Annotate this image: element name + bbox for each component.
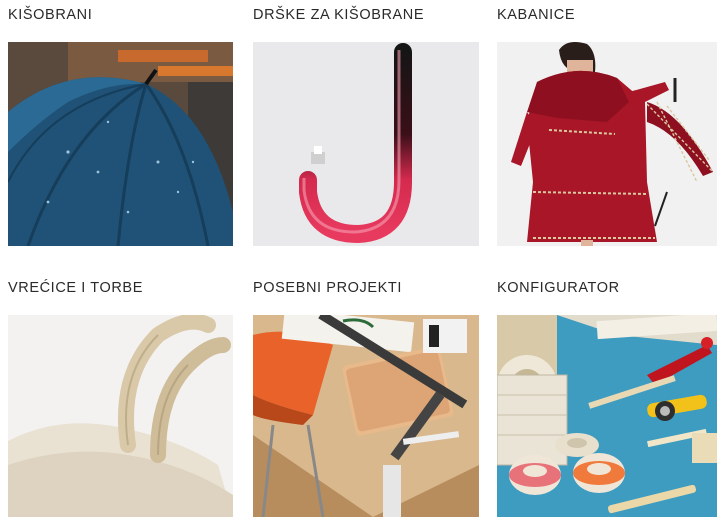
raincoat-photo[interactable] (497, 42, 717, 246)
category-title[interactable]: DRŠKE ZA KIŠOBRANE (253, 6, 424, 24)
category-title[interactable]: VREĆICE I TORBE (8, 279, 143, 297)
category-title[interactable]: KABANICE (497, 6, 575, 24)
craft-tools-photo[interactable] (497, 315, 717, 517)
workbench-photo[interactable] (253, 315, 479, 517)
category-title[interactable]: KIŠOBRANI (8, 6, 92, 24)
umbrella-photo[interactable] (8, 42, 233, 246)
category-title[interactable]: KONFIGURATOR (497, 279, 620, 297)
tote-bag-photo[interactable] (8, 315, 233, 517)
umbrella-handle-photo[interactable] (253, 42, 479, 246)
category-title[interactable]: POSEBNI PROJEKTI (253, 279, 402, 297)
